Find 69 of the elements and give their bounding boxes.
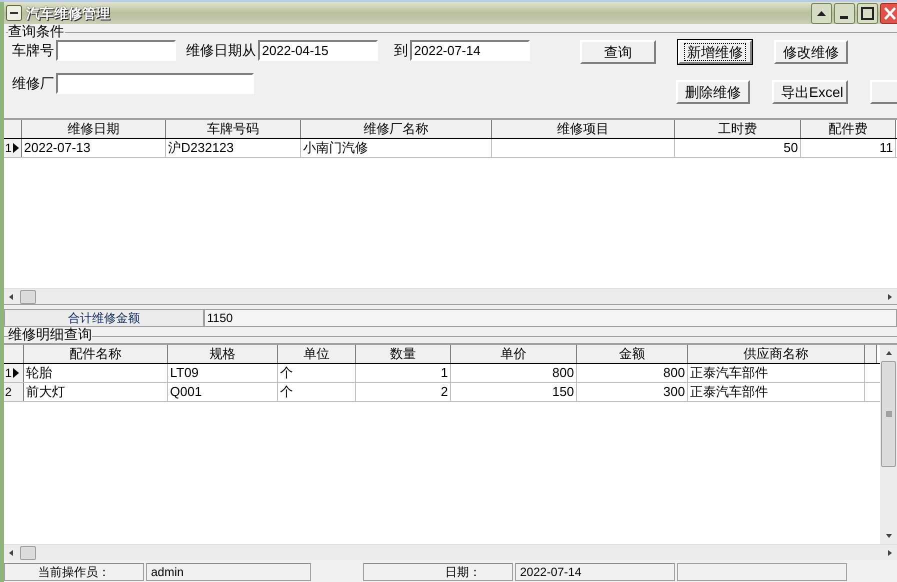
table-cell: 2022-07-13 — [22, 139, 166, 157]
grip-icon — [886, 411, 892, 417]
action-button[interactable]: 删除维修 — [676, 80, 750, 104]
action-button[interactable]: 修改维修 — [774, 40, 848, 64]
system-menu-icon[interactable] — [6, 5, 22, 21]
group-label: 维修明细查询 — [8, 327, 92, 342]
input-field[interactable]: 2022-04-15 — [258, 40, 378, 61]
column-header[interactable]: 金额 — [577, 345, 688, 363]
column-header[interactable]: 规格 — [168, 345, 278, 363]
table-cell: 正泰汽车部件 — [688, 383, 865, 401]
table-cell: 正泰汽车部件 — [688, 364, 865, 382]
column-header[interactable]: 单价 — [451, 345, 577, 363]
maximize-icon[interactable] — [857, 2, 878, 24]
field-label: 车牌号 — [12, 41, 54, 60]
status-text: admin — [146, 563, 311, 581]
summary-label: 合计维修金额 — [4, 309, 204, 327]
input-field[interactable] — [56, 73, 254, 94]
current-row-icon — [12, 143, 19, 153]
collapse-button-icon[interactable] — [811, 2, 832, 24]
column-header[interactable]: 配件名称 — [24, 345, 168, 363]
scrollbar-thumb[interactable] — [881, 361, 896, 467]
field-label: 维修厂 — [12, 74, 54, 93]
vertical-scrollbar[interactable] — [880, 345, 897, 544]
column-header[interactable]: 单位 — [278, 345, 356, 363]
horizontal-scrollbar[interactable] — [4, 544, 897, 560]
table-cell: Q001 — [168, 383, 278, 401]
column-header[interactable]: 数量 — [356, 345, 451, 363]
table-cell: 个 — [278, 383, 356, 401]
corner-cell — [4, 345, 24, 363]
column-header[interactable]: 维修项目 — [492, 120, 675, 138]
column-header[interactable]: 工时费 — [675, 120, 801, 138]
column-header[interactable]: 配件费 — [801, 120, 896, 138]
row-number: 1 — [5, 140, 12, 157]
status-text: 日期： — [363, 563, 513, 581]
action-button[interactable]: 导出Excel — [772, 80, 848, 104]
input-field[interactable] — [56, 40, 176, 61]
row-indicator[interactable]: 1 — [4, 364, 24, 382]
scrollbar-thumb[interactable] — [20, 290, 36, 304]
window-title: 汽车维修管理 — [26, 4, 110, 22]
group-label: 查询条件 — [8, 24, 65, 39]
field-label: 维修日期从 — [186, 41, 256, 60]
table-cell: 轮胎 — [24, 364, 168, 382]
scrollbar-thumb[interactable] — [20, 546, 36, 560]
row-number: 1 — [5, 365, 12, 382]
column-header[interactable]: 车牌号码 — [166, 120, 301, 138]
row-indicator[interactable]: 1 — [4, 139, 22, 157]
action-button[interactable]: 新增维修 — [678, 40, 752, 64]
column-header[interactable]: 维修日期 — [22, 120, 166, 138]
table-cell: 个 — [278, 364, 356, 382]
status-text: 2022-07-14 — [515, 563, 675, 581]
row-number: 2 — [5, 384, 12, 401]
row-indicator[interactable]: 2 — [4, 383, 24, 401]
table-cell: 小南门汽修 — [301, 139, 492, 157]
column-header — [865, 345, 877, 363]
corner-cell — [4, 120, 22, 138]
summary-value: 1150 — [204, 309, 897, 327]
column-header[interactable]: 维修厂名称 — [301, 120, 492, 138]
table-cell: LT09 — [168, 364, 278, 382]
field-label: 到 — [394, 41, 408, 60]
close-icon[interactable] — [880, 2, 897, 24]
status-text: 当前操作员： — [4, 563, 144, 581]
horizontal-scrollbar[interactable] — [4, 288, 897, 304]
minimize-icon[interactable] — [834, 2, 855, 24]
action-button[interactable]: 查询 — [580, 40, 656, 64]
input-field[interactable]: 2022-07-14 — [410, 40, 530, 61]
table-cell: 沪D232123 — [166, 139, 301, 157]
current-row-icon — [12, 368, 19, 378]
table-cell: 前大灯 — [24, 383, 168, 401]
column-header[interactable]: 供应商名称 — [688, 345, 865, 363]
